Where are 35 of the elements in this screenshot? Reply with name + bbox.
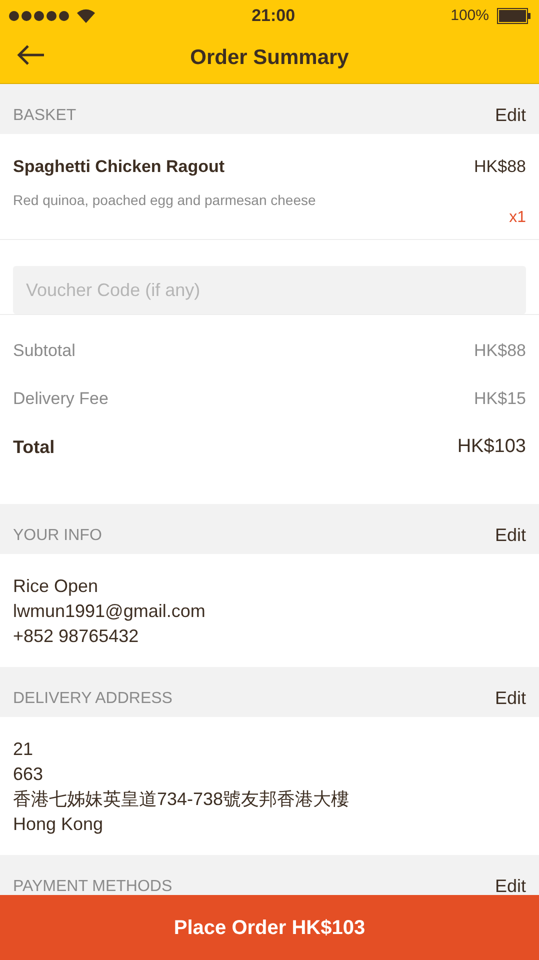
summary-value: HK$103: [457, 434, 526, 459]
info-line: 663: [13, 763, 44, 786]
page-title: Order Summary: [190, 44, 349, 71]
item-name: Spaghetti Chicken Ragout: [13, 156, 226, 178]
wifi-icon: [76, 8, 96, 24]
edit-button[interactable]: Edit: [494, 689, 526, 707]
info-line: lwmun1991@gmail.com: [13, 600, 206, 623]
info-line: +852 98765432: [13, 625, 140, 648]
info-line: Rice Open: [13, 575, 100, 598]
summary-label: Delivery Fee: [13, 388, 108, 410]
info-line: 香港七姊妹英皇道734-738號友邦香港大樓: [13, 788, 350, 811]
section-title: BASKET: [13, 108, 76, 124]
item-description: Red quinoa, poached egg and parmesan cheese: [13, 190, 316, 210]
summary-value: HK$88: [474, 340, 526, 362]
back-arrow-icon: [16, 44, 46, 66]
info-line: 21: [13, 738, 34, 761]
summary-label: Subtotal: [13, 340, 76, 362]
summary-label: Total: [13, 436, 55, 458]
item-quantity: x1: [509, 208, 526, 228]
section-title: YOUR INFO: [13, 528, 102, 544]
section-title: DELIVERY ADDRESS: [13, 691, 172, 707]
place-order-button[interactable]: Place Order HK$103: [0, 895, 539, 960]
item-price: HK$88: [474, 156, 526, 178]
edit-button[interactable]: Edit: [494, 106, 526, 124]
battery-percent: 100%: [450, 6, 489, 26]
edit-button[interactable]: Edit: [494, 526, 526, 544]
battery-icon: [496, 8, 531, 24]
info-line: Hong Kong: [13, 813, 104, 836]
status-time: 21:00: [252, 5, 296, 28]
summary-value: HK$15: [474, 388, 526, 410]
signal-icon: [8, 10, 70, 22]
voucher-field[interactable]: Voucher Code (if any): [13, 266, 526, 314]
back-button[interactable]: [16, 44, 46, 66]
edit-button[interactable]: Edit: [494, 877, 526, 895]
section-title: PAYMENT METHODS: [13, 879, 172, 895]
